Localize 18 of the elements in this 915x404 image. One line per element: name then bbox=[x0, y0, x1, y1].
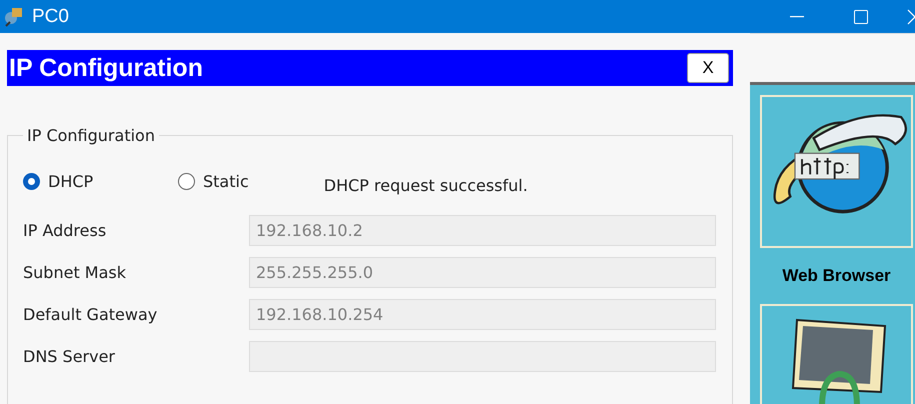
app-icon bbox=[2, 6, 24, 28]
field-label: Subnet Mask bbox=[23, 262, 128, 282]
radio-button[interactable]: DHCP bbox=[23, 172, 178, 190]
app-label: Web Browser bbox=[781, 265, 892, 287]
field-label: DNS Server bbox=[23, 346, 116, 366]
window-title: PC0 bbox=[32, 6, 70, 28]
radio-dot[interactable] bbox=[23, 172, 40, 190]
dialog-title: IP Configuration bbox=[9, 54, 203, 82]
close-button[interactable]: X bbox=[687, 53, 729, 83]
group-legend: IP Configuration bbox=[23, 126, 159, 145]
field-label: Default Gateway bbox=[23, 304, 158, 324]
maximize-icon[interactable] bbox=[854, 10, 868, 24]
radio-button[interactable]: Static bbox=[178, 172, 249, 190]
radio-dot[interactable] bbox=[178, 172, 195, 190]
field-label: IP Address bbox=[23, 220, 108, 240]
minimize-icon[interactable] bbox=[790, 16, 804, 18]
status-message: DHCP request successful. bbox=[324, 176, 528, 194]
app-tile[interactable] bbox=[760, 95, 913, 248]
